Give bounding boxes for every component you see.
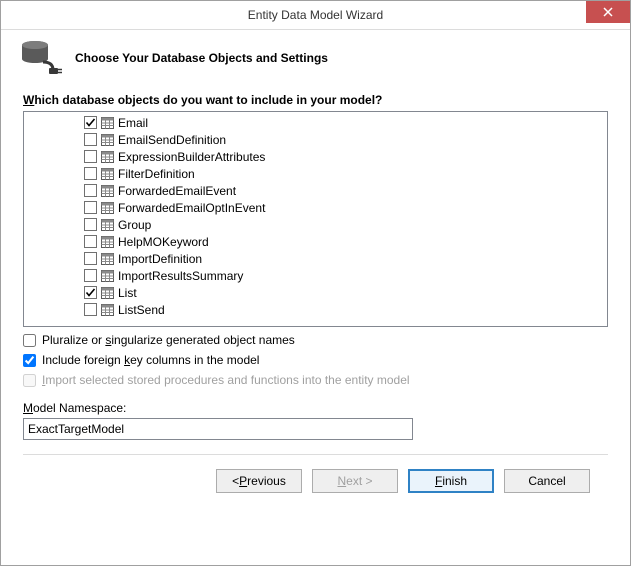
previous-button[interactable]: < Previous <box>216 469 302 493</box>
namespace-input[interactable] <box>23 418 413 440</box>
cancel-button[interactable]: Cancel <box>504 469 590 493</box>
table-row[interactable]: EmailSendDefinition <box>24 131 607 148</box>
checkbox-icon <box>84 133 97 146</box>
checkbox-icon <box>84 116 97 129</box>
table-row[interactable]: ForwardedEmailEvent <box>24 182 607 199</box>
table-icon <box>101 270 114 282</box>
table-label: ExpressionBuilderAttributes <box>118 150 265 164</box>
table-icon <box>101 168 114 180</box>
table-row[interactable]: List <box>24 284 607 301</box>
objects-tree[interactable]: Email EmailSendDefinition ExpressionBuil… <box>23 111 608 327</box>
close-button[interactable] <box>586 1 630 23</box>
table-label: ForwardedEmailOptInEvent <box>118 201 265 215</box>
table-icon <box>101 202 114 214</box>
checkbox-icon <box>84 218 97 231</box>
table-label: FilterDefinition <box>118 167 195 181</box>
foreign-key-checkbox[interactable] <box>23 354 36 367</box>
close-icon <box>603 7 613 17</box>
table-label: ImportDefinition <box>118 252 202 266</box>
checkbox-icon <box>84 269 97 282</box>
table-label: EmailSendDefinition <box>118 133 226 147</box>
pluralize-checkbox[interactable] <box>23 334 36 347</box>
table-row[interactable]: ImportDefinition <box>24 250 607 267</box>
checkbox-icon <box>84 235 97 248</box>
prompt-text: hich database objects do you want to inc… <box>34 93 382 107</box>
wizard-subtitle: Choose Your Database Objects and Setting… <box>75 51 328 65</box>
table-icon <box>101 219 114 231</box>
checkbox-icon <box>84 150 97 163</box>
table-row[interactable]: Group <box>24 216 607 233</box>
table-icon <box>101 287 114 299</box>
wizard-footer: < Previous Next > Finish Cancel <box>23 454 608 511</box>
table-icon <box>101 117 114 129</box>
wizard-body: Which database objects do you want to in… <box>1 93 630 565</box>
table-icon <box>101 304 114 316</box>
window-title: Entity Data Model Wizard <box>1 8 630 22</box>
option-pluralize[interactable]: Pluralize or singularize generated objec… <box>23 333 608 347</box>
table-label: Group <box>118 218 151 232</box>
option-foreign-key[interactable]: Include foreign key columns in the model <box>23 353 608 367</box>
checkbox-icon <box>84 303 97 316</box>
table-label: ListSend <box>118 303 165 317</box>
namespace-label: Model Namespace: <box>23 401 608 415</box>
prompt-label: Which database objects do you want to in… <box>23 93 608 107</box>
foreign-key-label: Include foreign key columns in the model <box>42 353 259 367</box>
finish-button[interactable]: Finish <box>408 469 494 493</box>
database-plug-icon <box>21 40 63 75</box>
table-row[interactable]: Email <box>24 114 607 131</box>
option-stored-procs: Import selected stored procedures and fu… <box>23 373 608 387</box>
table-row[interactable]: ImportResultsSummary <box>24 267 607 284</box>
titlebar: Entity Data Model Wizard <box>1 1 630 30</box>
table-icon <box>101 151 114 163</box>
stored-procs-checkbox <box>23 374 36 387</box>
table-icon <box>101 134 114 146</box>
table-label: ForwardedEmailEvent <box>118 184 236 198</box>
checkbox-icon <box>84 252 97 265</box>
checkbox-icon <box>84 201 97 214</box>
table-icon <box>101 185 114 197</box>
checkbox-icon <box>84 184 97 197</box>
pluralize-label: Pluralize or singularize generated objec… <box>42 333 295 347</box>
checkbox-icon <box>84 167 97 180</box>
wizard-header: Choose Your Database Objects and Setting… <box>1 30 630 93</box>
table-row[interactable]: FilterDefinition <box>24 165 607 182</box>
table-row[interactable]: ListSend <box>24 301 607 318</box>
table-label: List <box>118 286 137 300</box>
table-icon <box>101 236 114 248</box>
table-row[interactable]: ExpressionBuilderAttributes <box>24 148 607 165</box>
table-icon <box>101 253 114 265</box>
checkbox-icon <box>84 286 97 299</box>
table-label: Email <box>118 116 148 130</box>
table-row[interactable]: ForwardedEmailOptInEvent <box>24 199 607 216</box>
next-button: Next > <box>312 469 398 493</box>
table-row[interactable]: HelpMOKeyword <box>24 233 607 250</box>
wizard-window: Entity Data Model Wizard Choose Your Dat… <box>0 0 631 566</box>
stored-procs-label: Import selected stored procedures and fu… <box>42 373 410 387</box>
table-label: HelpMOKeyword <box>118 235 209 249</box>
table-label: ImportResultsSummary <box>118 269 243 283</box>
